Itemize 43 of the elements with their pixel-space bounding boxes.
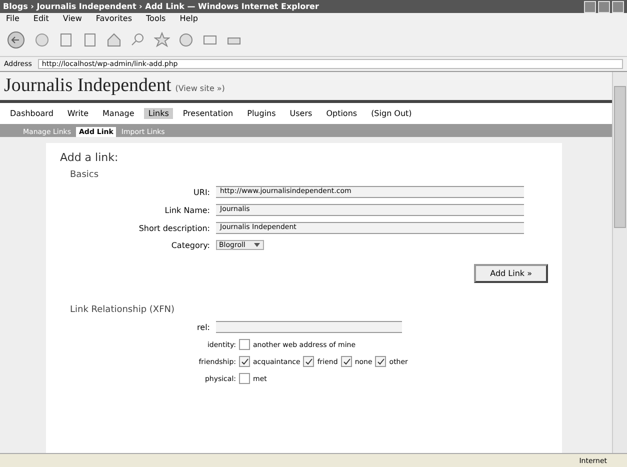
menu-item[interactable]: View [62, 14, 82, 23]
checkbox[interactable] [375, 356, 386, 367]
admin-menu-item[interactable]: Dashboard [6, 108, 58, 119]
site-title: Journalis Independent [4, 75, 172, 97]
menu-item[interactable]: Tools [146, 14, 166, 23]
minimize-button[interactable] [584, 0, 596, 12]
menu-item[interactable]: Favorites [96, 14, 132, 23]
add-link-button[interactable]: Add Link » [474, 264, 548, 283]
menu-item[interactable]: Edit [33, 14, 49, 23]
menu-item[interactable]: Help [180, 14, 198, 23]
field-label: rel: [196, 322, 210, 332]
checkbox[interactable] [239, 356, 250, 367]
checkbox[interactable] [239, 373, 250, 384]
home-icon[interactable] [106, 32, 122, 48]
admin-menu-item[interactable]: (Sign Out) [367, 108, 416, 119]
field-label: URI: [192, 188, 210, 196]
admin-menu-item[interactable]: Links [144, 108, 173, 119]
admin-menu-item[interactable]: Presentation [178, 108, 238, 119]
rel-field[interactable] [216, 321, 402, 333]
menu-item[interactable]: File [6, 14, 20, 23]
section-heading: Link Relationship (XFN) [69, 305, 176, 315]
maximize-button[interactable] [598, 0, 610, 12]
section-heading: Basics [69, 170, 100, 180]
view-site-link[interactable]: (View site ») [175, 84, 225, 93]
admin-menu-item[interactable]: Users [286, 108, 316, 119]
field-label: Category: [170, 240, 210, 250]
admin-menu-item[interactable]: Write [63, 108, 93, 119]
search-icon[interactable] [130, 32, 146, 48]
close-button[interactable] [612, 0, 624, 12]
field-label: Short description: [138, 224, 210, 232]
admin-menu-item[interactable]: Options [322, 108, 362, 119]
star-icon[interactable] [154, 32, 170, 48]
field-label: Link Name: [164, 206, 210, 214]
checkbox[interactable] [239, 339, 250, 350]
admin-menu-item[interactable]: Manage [98, 108, 138, 119]
checkbox[interactable] [340, 356, 352, 367]
window-title: Blogs › Journalis Independent › Add Link — Windows Internet Explorer [3, 2, 319, 11]
dropdown-arrow-icon [253, 241, 262, 249]
form-heading: Add a link: [60, 151, 120, 164]
checkbox[interactable] [303, 356, 314, 367]
admin-menu-item[interactable]: Plugins [243, 108, 280, 119]
scrollbar[interactable] [612, 72, 627, 453]
back-icon[interactable] [6, 30, 26, 50]
